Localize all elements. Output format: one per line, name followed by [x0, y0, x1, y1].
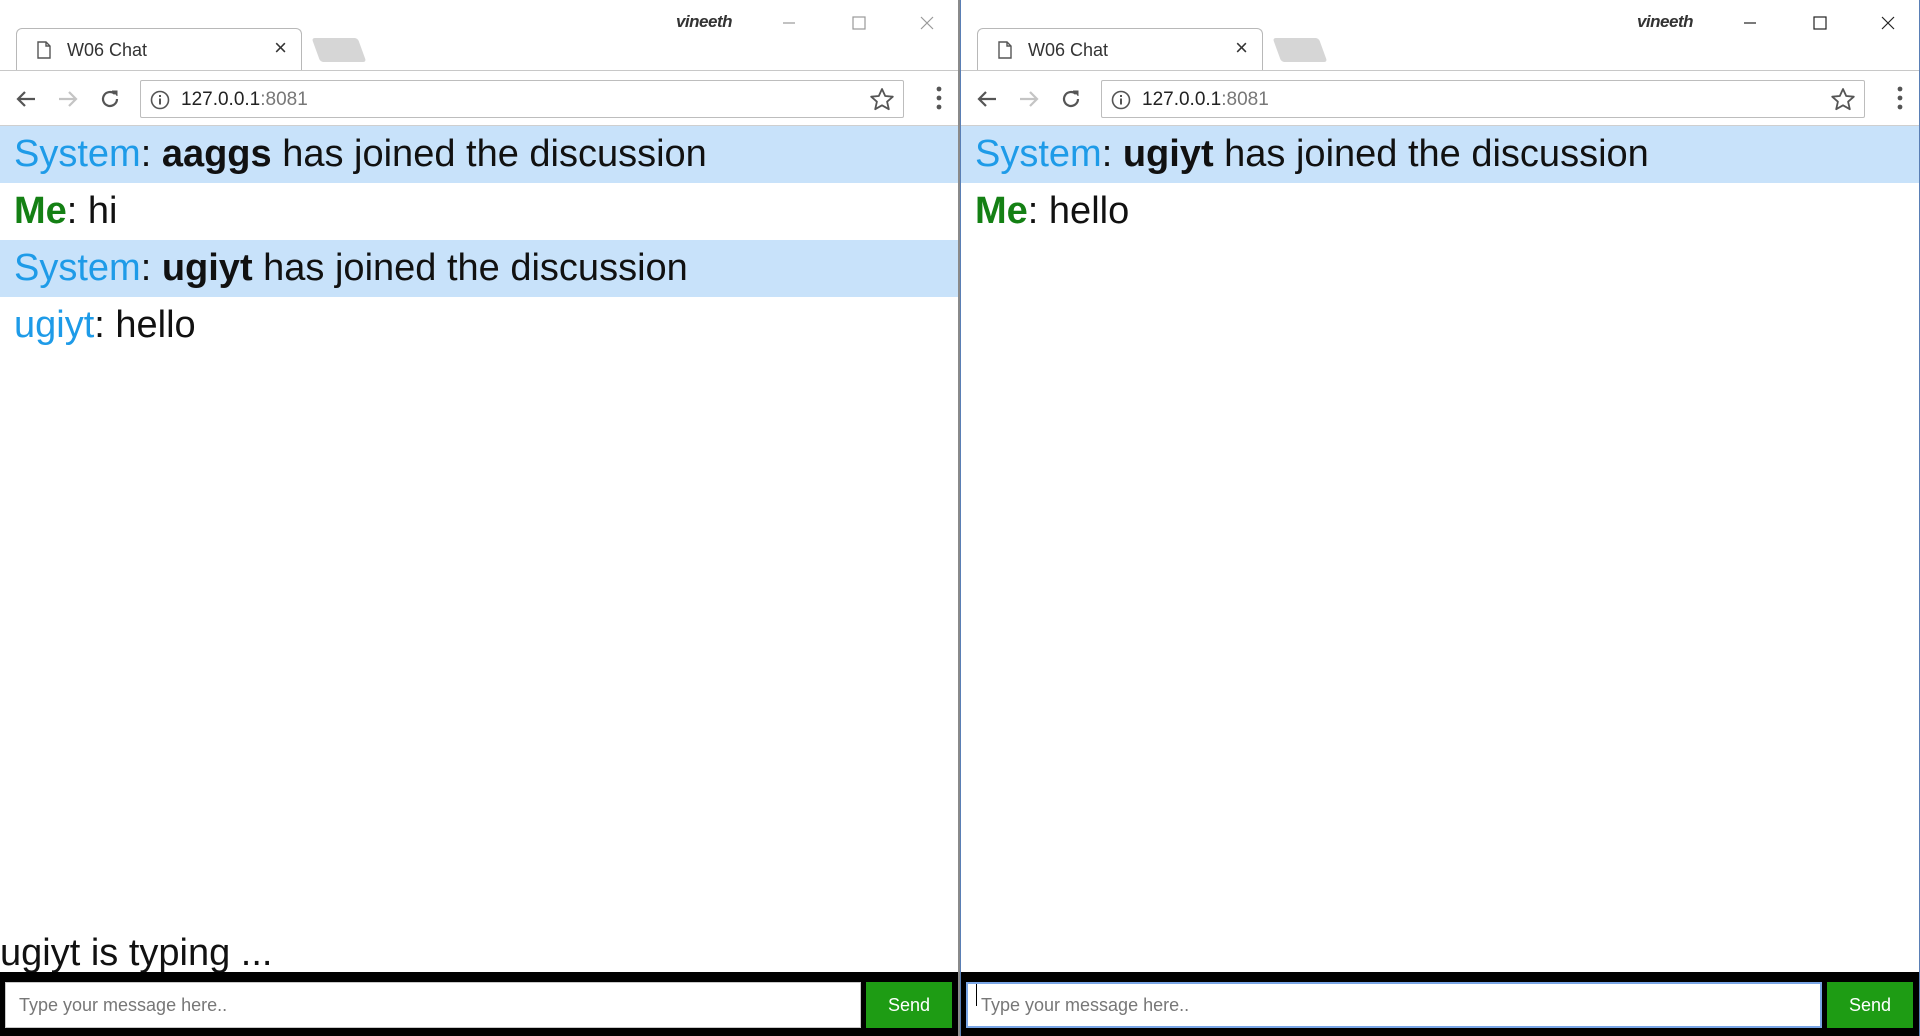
- chat-message-system: System: ugiyt has joined the discussion: [0, 240, 958, 297]
- new-tab-button[interactable]: [311, 38, 367, 62]
- message-composer: Send: [0, 972, 958, 1036]
- browser-toolbar: 127.0.0.1:8081: [0, 70, 958, 126]
- browser-toolbar: 127.0.0.1:8081: [961, 70, 1919, 126]
- browser-window-right: W06 Chat × vineeth 127.0.0.1:8081 System…: [960, 0, 1920, 1036]
- page-icon: [37, 41, 51, 59]
- message-input[interactable]: [966, 982, 1822, 1028]
- close-icon[interactable]: [1865, 8, 1911, 38]
- profile-username[interactable]: vineeth: [1637, 12, 1694, 32]
- maximize-icon[interactable]: [1797, 8, 1843, 38]
- page-icon: [998, 41, 1012, 59]
- chat-message-me: Me: hi: [14, 190, 118, 232]
- message-input[interactable]: [5, 982, 861, 1028]
- tab-w06-chat[interactable]: W06 Chat ×: [977, 28, 1263, 70]
- tab-close-icon[interactable]: ×: [1235, 35, 1248, 60]
- message-composer: Send: [961, 972, 1919, 1036]
- maximize-icon[interactable]: [836, 8, 882, 38]
- chat-message-me: Me: hello: [975, 190, 1130, 232]
- tab-close-icon[interactable]: ×: [274, 35, 287, 60]
- reload-icon[interactable]: [1055, 83, 1087, 115]
- star-icon[interactable]: [1830, 87, 1856, 113]
- minimize-icon[interactable]: [1727, 8, 1773, 38]
- info-icon[interactable]: [150, 90, 170, 110]
- forward-arrow-icon[interactable]: [1013, 83, 1045, 115]
- title-bar: W06 Chat × vineeth: [961, 0, 1919, 70]
- address-bar[interactable]: 127.0.0.1:8081: [1101, 80, 1865, 118]
- url-text: 127.0.0.1:8081: [181, 89, 308, 110]
- profile-username[interactable]: vineeth: [676, 12, 733, 32]
- back-arrow-icon[interactable]: [971, 83, 1003, 115]
- star-icon[interactable]: [869, 87, 895, 113]
- reload-icon[interactable]: [94, 83, 126, 115]
- chat-log: System: ugiyt has joined the discussion …: [961, 126, 1919, 240]
- info-icon[interactable]: [1111, 90, 1131, 110]
- minimize-icon[interactable]: [766, 8, 812, 38]
- send-button[interactable]: Send: [866, 982, 952, 1028]
- chat-message-user: ugiyt: hello: [14, 304, 196, 346]
- chat-log: System: aaggs has joined the discussion …: [0, 126, 958, 354]
- forward-arrow-icon[interactable]: [52, 83, 84, 115]
- menu-dots-icon[interactable]: [1897, 85, 1903, 111]
- chat-message-system: System: aaggs has joined the discussion: [0, 126, 958, 183]
- title-bar: W06 Chat × vineeth: [0, 0, 958, 70]
- back-arrow-icon[interactable]: [10, 83, 42, 115]
- text-caret: [976, 984, 977, 1006]
- menu-dots-icon[interactable]: [936, 85, 942, 111]
- address-bar[interactable]: 127.0.0.1:8081: [140, 80, 904, 118]
- tab-w06-chat[interactable]: W06 Chat ×: [16, 28, 302, 70]
- tab-title: W06 Chat: [67, 40, 148, 60]
- url-text: 127.0.0.1:8081: [1142, 89, 1269, 110]
- chat-message-system: System: ugiyt has joined the discussion: [961, 126, 1919, 183]
- close-icon[interactable]: [904, 8, 950, 38]
- new-tab-button[interactable]: [1272, 38, 1328, 62]
- send-button[interactable]: Send: [1827, 982, 1913, 1028]
- browser-window-left: W06 Chat × vineeth 127.0.0.1:8081 System…: [0, 0, 960, 1036]
- typing-indicator: ugiyt is typing ...: [0, 932, 273, 974]
- tab-title: W06 Chat: [1028, 40, 1109, 60]
